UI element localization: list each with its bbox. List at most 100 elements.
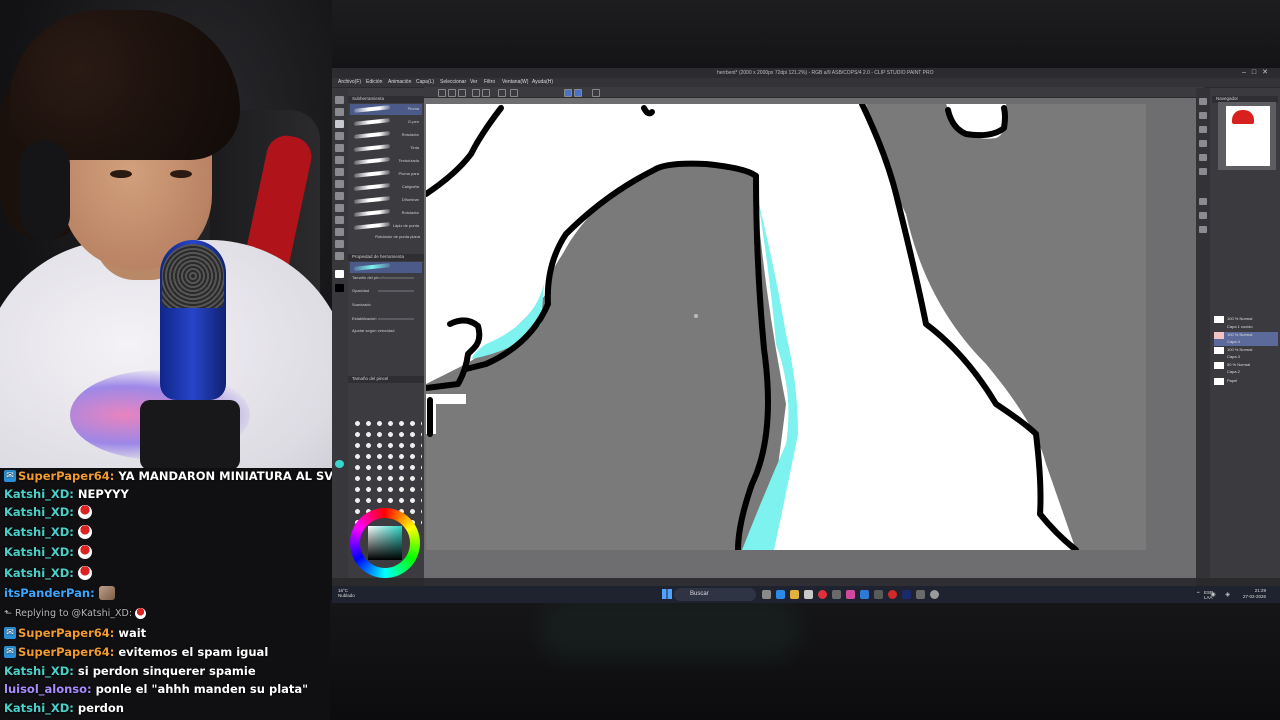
clock-date: 27-02-2026: [1242, 594, 1266, 599]
figure-tool-icon[interactable]: [335, 216, 344, 224]
brush-item[interactable]: Caligrafía: [350, 182, 422, 193]
transform-icon[interactable]: [510, 89, 518, 97]
chat-message: ✉ SuperPaper64: evitemos el spam igual: [4, 643, 268, 661]
new-file-icon[interactable]: [438, 89, 446, 97]
menu-seleccionar[interactable]: Seleccionar: [440, 79, 466, 85]
store-icon[interactable]: [804, 590, 813, 599]
text-tool-icon[interactable]: [335, 228, 344, 236]
chat-username: Katshi_XD:: [4, 545, 74, 559]
clip-studio-icon[interactable]: [846, 590, 855, 599]
zoom-tool-icon[interactable]: [335, 96, 344, 104]
obs-icon[interactable]: [930, 590, 939, 599]
color-picker-square[interactable]: [368, 526, 402, 560]
layer-item-selected[interactable]: 100 % Normal: [1214, 332, 1278, 339]
redo-icon[interactable]: [482, 89, 490, 97]
eraser-tool-icon[interactable]: [335, 168, 344, 176]
prop-opacity[interactable]: Opacidad: [352, 288, 420, 294]
eyedropper-tool-icon[interactable]: [335, 252, 344, 260]
brush-item[interactable]: Pluma: [350, 104, 422, 115]
chat-message: Katshi_XD: si perdon sinquerer spamie: [4, 662, 256, 680]
prop-brush-size[interactable]: Tamaño del pincel: [352, 275, 420, 281]
layer-item[interactable]: Papel: [1214, 378, 1278, 385]
panel-icon[interactable]: [1199, 112, 1207, 119]
task-view-icon[interactable]: [762, 590, 771, 599]
navigator-preview[interactable]: [1218, 102, 1276, 170]
app-icon[interactable]: [832, 590, 841, 599]
airbrush-tool-icon[interactable]: [335, 156, 344, 164]
system-clock[interactable]: 21:29 27-02-2026: [1243, 588, 1266, 600]
opera-icon[interactable]: [818, 590, 827, 599]
prop-stabilization[interactable]: Estabilización: [352, 316, 420, 322]
main-color-swatch[interactable]: [335, 270, 344, 278]
pen-tool-icon[interactable]: [335, 120, 344, 128]
panel-icon[interactable]: [1199, 226, 1207, 233]
prop-speed[interactable]: Ajustar según velocidad: [352, 328, 420, 334]
move-tool-icon[interactable]: [335, 108, 344, 116]
brush-item[interactable]: G-pen: [350, 117, 422, 128]
clear-icon[interactable]: [498, 89, 506, 97]
brush-item[interactable]: Rotulador: [350, 130, 422, 141]
layer-item[interactable]: 100 % Normal: [1214, 316, 1278, 323]
start-button-icon[interactable]: [662, 589, 672, 599]
ruler-icon[interactable]: [574, 89, 582, 97]
window-controls[interactable]: –□✕: [1242, 68, 1274, 76]
app-icon[interactable]: [888, 590, 897, 599]
menu-animacion[interactable]: Animación: [388, 79, 411, 85]
app-icon[interactable]: [860, 590, 869, 599]
menu-ayuda[interactable]: Ayuda(H): [532, 79, 553, 85]
window-titlebar[interactable]: herrbent* (2000 x 2000px 72dpi 121.2%) -…: [332, 68, 1280, 78]
brush-item[interactable]: Pluma para: [350, 169, 422, 180]
menu-capa[interactable]: Capa(L): [416, 79, 434, 85]
drawing-canvas[interactable]: [424, 98, 1196, 578]
right-icon-strip: [1196, 88, 1210, 578]
gradient-tool-icon[interactable]: [335, 204, 344, 212]
prop-antialiasing[interactable]: Suavizado: [352, 302, 420, 308]
save-icon[interactable]: [458, 89, 466, 97]
undo-icon[interactable]: [472, 89, 480, 97]
taskbar-search[interactable]: [674, 588, 756, 601]
canvas-artwork[interactable]: [426, 104, 1146, 550]
panel-icon[interactable]: [1199, 98, 1207, 105]
brush-item[interactable]: Texturizada: [350, 156, 422, 167]
language-indicator[interactable]: ESP LAA: [1204, 590, 1218, 600]
selection-tool-icon[interactable]: [335, 240, 344, 248]
menu-edicion[interactable]: Edición: [366, 79, 382, 85]
panel-icon[interactable]: [1199, 212, 1207, 219]
photoshop-icon[interactable]: [902, 590, 911, 599]
chat-text: si perdon sinquerer spamie: [77, 664, 256, 678]
explorer-icon[interactable]: [790, 590, 799, 599]
snap-icon[interactable]: [564, 89, 572, 97]
brush-item[interactable]: Difuminar: [350, 195, 422, 206]
panel-icon[interactable]: [1199, 126, 1207, 133]
panel-icon[interactable]: [1199, 154, 1207, 161]
layer-sub: Capa 2: [1227, 369, 1240, 374]
brush-item[interactable]: Tinta: [350, 143, 422, 154]
chat-username: SuperPaper64:: [18, 469, 115, 483]
menu-archivo[interactable]: Archivo(F): [338, 79, 361, 85]
layer-item[interactable]: 100 % Normal: [1214, 347, 1278, 354]
pencil-tool-icon[interactable]: [335, 132, 344, 140]
brush-item[interactable]: Rotulador: [350, 208, 422, 219]
edge-icon[interactable]: [776, 590, 785, 599]
brush-tool-icon[interactable]: [335, 144, 344, 152]
window-title: herrbent* (2000 x 2000px 72dpi 121.2%) -…: [717, 70, 934, 76]
sub-color-swatch[interactable]: [335, 284, 344, 292]
brush-item[interactable]: Lápiz de punta: [350, 221, 422, 232]
menu-filtro[interactable]: Filtro: [484, 79, 495, 85]
panel-icon[interactable]: [1199, 168, 1207, 175]
grid-icon[interactable]: [592, 89, 600, 97]
menu-bar: Archivo(F) Edición Animación Capa(L) Sel…: [332, 78, 1280, 87]
panel-icon[interactable]: [1199, 198, 1207, 205]
fill-tool-icon[interactable]: [335, 192, 344, 200]
panel-icon[interactable]: [1199, 140, 1207, 147]
open-icon[interactable]: [448, 89, 456, 97]
weather-widget[interactable]: 16°C Nublado: [338, 588, 355, 598]
chat-username: SuperPaper64:: [18, 626, 115, 640]
layer-item[interactable]: 50 % Normal: [1214, 362, 1278, 369]
menu-ventana[interactable]: Ventana(W): [502, 79, 528, 85]
app-icon[interactable]: [916, 590, 925, 599]
app-icon[interactable]: [874, 590, 883, 599]
cyan-color-swatch[interactable]: [335, 460, 344, 468]
menu-ver[interactable]: Ver: [470, 79, 478, 85]
blend-tool-icon[interactable]: [335, 180, 344, 188]
